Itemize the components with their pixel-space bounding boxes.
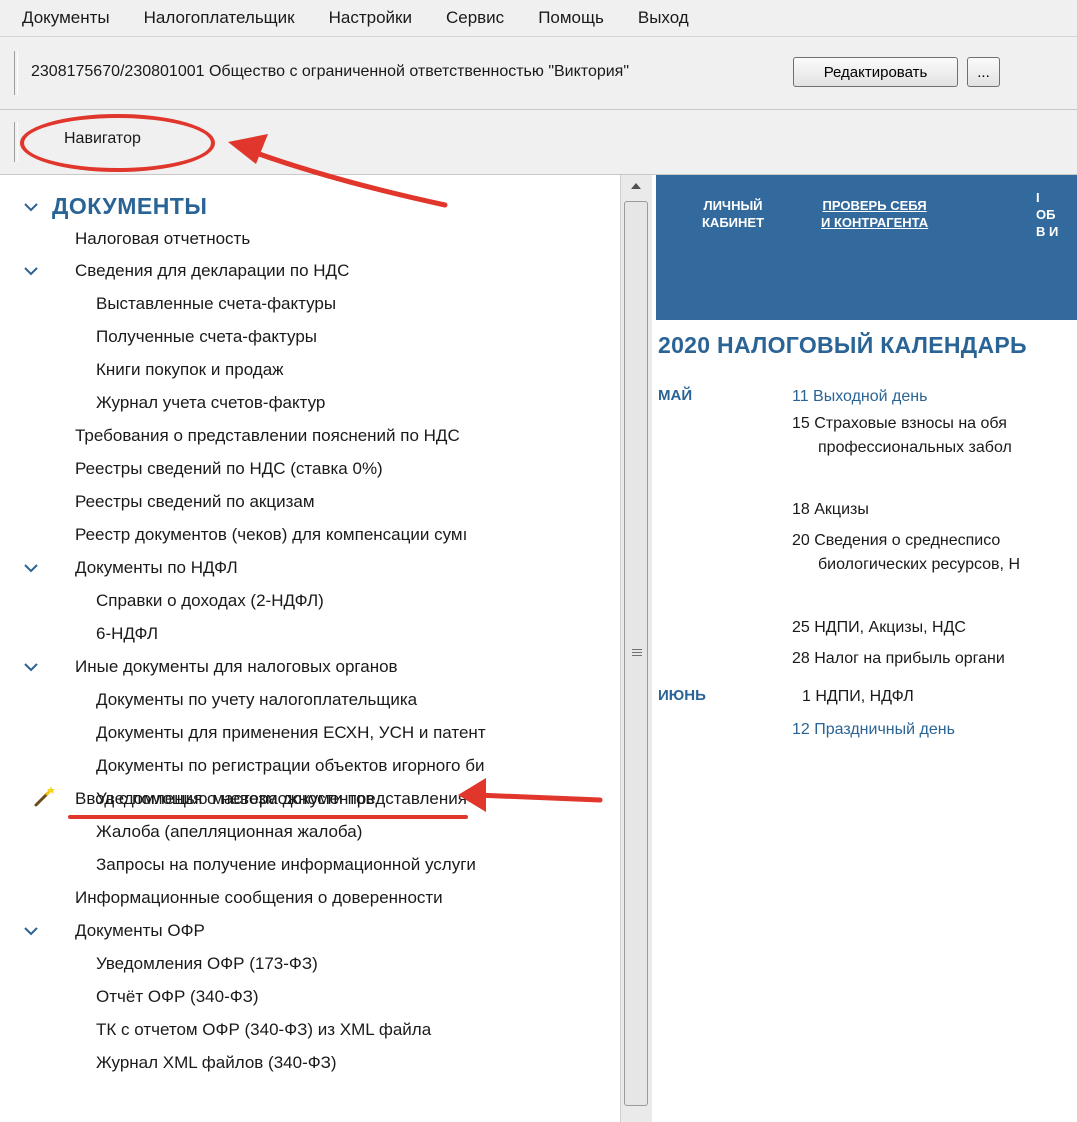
tree-item[interactable]: Полученные счета-фактуры bbox=[96, 326, 317, 348]
chevron-down-icon[interactable] bbox=[23, 661, 39, 673]
annotation-ellipse bbox=[20, 114, 215, 172]
banner-check-yourself[interactable]: ПРОВЕРЬ СЕБЯ И КОНТРАГЕНТА bbox=[821, 197, 928, 231]
tree-item[interactable]: Отчёт ОФР (340-ФЗ) bbox=[96, 986, 259, 1008]
services-banner: ЛИЧНЫЙ КАБИНЕТ ПРОВЕРЬ СЕБЯ И КОНТРАГЕНТА … bbox=[656, 175, 1077, 320]
month-may: МАЙ bbox=[658, 387, 693, 404]
chevron-down-icon[interactable] bbox=[23, 201, 39, 213]
scroll-thumb[interactable] bbox=[624, 201, 648, 1106]
chevron-down-icon[interactable] bbox=[23, 562, 39, 574]
menu-documents[interactable]: Документы bbox=[0, 8, 122, 28]
content-panel: ЛИЧНЫЙ КАБИНЕТ ПРОВЕРЬ СЕБЯ И КОНТРАГЕНТА … bbox=[652, 175, 1077, 1122]
banner-personal-cabinet[interactable]: ЛИЧНЫЙ КАБИНЕТ bbox=[702, 197, 764, 231]
tree-item[interactable]: Налоговая отчетность bbox=[75, 228, 250, 250]
organization-name: 2308175670/230801001 Общество с ограниче… bbox=[31, 63, 630, 80]
menu-service[interactable]: Сервис bbox=[424, 8, 516, 28]
tree-item-wizard[interactable]: Ввод с помощью мастера документов bbox=[75, 788, 375, 810]
menu-bar: Документы Налогоплательщик Настройки Сер… bbox=[0, 0, 1077, 37]
tree-item[interactable]: Жалоба (апелляционная жалоба) bbox=[96, 821, 362, 843]
tree-item[interactable]: Документы по НДФЛ bbox=[75, 557, 238, 579]
tree-item[interactable]: 6-НДФЛ bbox=[96, 623, 158, 645]
menu-exit[interactable]: Выход bbox=[616, 8, 701, 28]
tree-item[interactable]: Сведения для декларации по НДС bbox=[75, 260, 349, 282]
banner-cut-item[interactable]: I ОБ В И bbox=[1036, 189, 1058, 240]
calendar-event: 25 НДПИ, Акцизы, НДС bbox=[792, 619, 966, 636]
magic-wand-icon bbox=[34, 786, 55, 807]
tree-item[interactable]: Требования о представлении пояснений по … bbox=[75, 425, 460, 447]
tree-item[interactable]: Документы по регистрации объектов игорно… bbox=[96, 755, 484, 777]
tree-item[interactable]: Реестры сведений по НДС (ставка 0%) bbox=[75, 458, 383, 480]
calendar-event: 20 Сведения о среднесписо bbox=[792, 532, 1001, 549]
tree-item[interactable]: Реестры сведений по акцизам bbox=[75, 491, 315, 513]
calendar-event: 18 Акцизы bbox=[792, 501, 869, 518]
edit-button[interactable]: Редактировать bbox=[793, 57, 958, 87]
tree-root-documents[interactable]: ДОКУМЕНТЫ bbox=[52, 193, 207, 220]
annotation-underline bbox=[68, 815, 468, 819]
tree-item[interactable]: Иные документы для налоговых органов bbox=[75, 656, 398, 678]
chevron-down-icon[interactable] bbox=[23, 265, 39, 277]
menu-settings[interactable]: Настройки bbox=[307, 8, 424, 28]
tree-item[interactable]: Запросы на получение информационной услу… bbox=[96, 854, 476, 876]
tree-scrollbar[interactable] bbox=[620, 175, 653, 1122]
navigator-tree: ДОКУМЕНТЫ Налоговая отчетность Сведения … bbox=[0, 175, 620, 1122]
tree-item[interactable]: Выставленные счета-фактуры bbox=[96, 293, 336, 315]
organization-toolbar: 2308175670/230801001 Общество с ограниче… bbox=[0, 37, 1077, 110]
calendar-event: 1 НДПИ, НДФЛ bbox=[802, 688, 914, 705]
tree-item[interactable]: Журнал учета счетов-фактур bbox=[96, 392, 325, 414]
tree-item[interactable]: Книги покупок и продаж bbox=[96, 359, 284, 381]
more-button[interactable]: ... bbox=[967, 57, 1000, 87]
menu-taxpayer[interactable]: Налогоплательщик bbox=[122, 8, 307, 28]
scroll-up-arrow-icon[interactable] bbox=[631, 183, 641, 189]
chevron-down-icon[interactable] bbox=[23, 925, 39, 937]
tree-item[interactable]: Информационные сообщения о доверенности bbox=[75, 887, 443, 909]
menu-help[interactable]: Помощь bbox=[516, 8, 616, 28]
calendar-event: 15 Страховые взносы на обя bbox=[792, 415, 1007, 432]
calendar-event: 28 Налог на прибыль органи bbox=[792, 650, 1005, 667]
tree-item[interactable]: Документы ОФР bbox=[75, 920, 205, 942]
toolbar-grip[interactable] bbox=[14, 51, 18, 95]
month-june: ИЮНЬ bbox=[658, 687, 706, 704]
scroll-grip-icon bbox=[632, 649, 642, 658]
tree-item[interactable]: ТК с отчетом ОФР (340-ФЗ) из XML файла bbox=[96, 1019, 431, 1041]
tree-item[interactable]: Уведомления ОФР (173-ФЗ) bbox=[96, 953, 318, 975]
tree-item[interactable]: Журнал XML файлов (340-ФЗ) bbox=[96, 1052, 337, 1074]
calendar-event: профессиональных забол bbox=[818, 439, 1012, 456]
toolbar-grip[interactable] bbox=[14, 122, 18, 162]
calendar-title: 2020 НАЛОГОВЫЙ КАЛЕНДАРЬ bbox=[658, 332, 1027, 358]
tree-item[interactable]: Документы по учету налогоплательщика bbox=[96, 689, 417, 711]
tree-item[interactable]: Документы для применения ЕСХН, УСН и пат… bbox=[96, 722, 486, 744]
calendar-event[interactable]: 11 Выходной день bbox=[792, 387, 927, 407]
calendar-event: биологических ресурсов, Н bbox=[818, 556, 1020, 573]
tree-item[interactable]: Справки о доходах (2-НДФЛ) bbox=[96, 590, 324, 612]
tree-item[interactable]: Реестр документов (чеков) для компенсаци… bbox=[75, 524, 467, 546]
calendar-event[interactable]: 12 Праздничный день bbox=[792, 720, 955, 740]
